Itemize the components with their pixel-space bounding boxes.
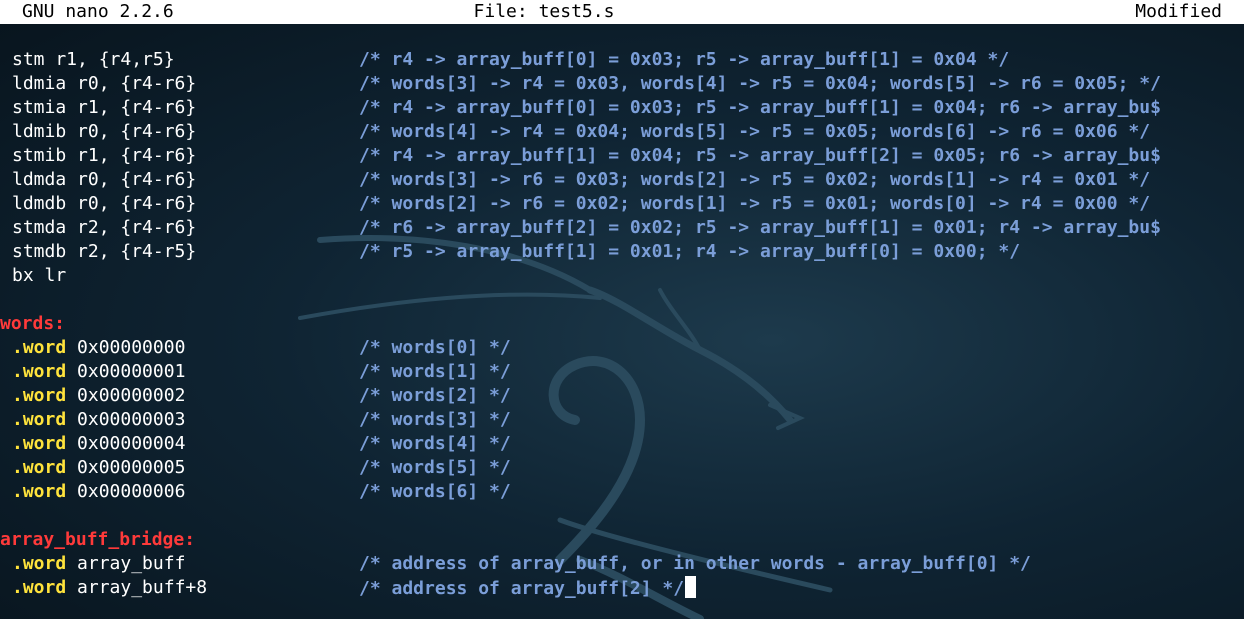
code-comment: /* address of array_buff, or in other wo…	[359, 552, 1031, 576]
directive-keyword: .word	[12, 481, 67, 502]
directive-keyword: .word	[12, 433, 67, 454]
comment-text: /* words[0] */	[359, 337, 511, 358]
code-comment: /* r5 -> array_buff[1] = 0x01; r4 -> arr…	[359, 241, 1021, 262]
directive-value: array_buff+8	[77, 577, 208, 598]
code-comment: /* words[2] */	[359, 384, 511, 408]
instruction-text: ldmia r0, {r4-r6}	[12, 73, 197, 94]
instruction-text: ldmib r0, {r4-r6}	[12, 121, 197, 142]
code-line: ldmdb r0, {r4-r6} /* words[2] -> r6 = 0x0…	[0, 192, 1244, 216]
code-comment: /* words[6] */	[359, 480, 511, 504]
word-directive-line: .word array_buff+8 /* address of array_bu…	[0, 576, 1244, 600]
directive-keyword: .word	[12, 361, 67, 382]
directive-value: 0x00000000	[77, 337, 186, 358]
label-line: words:	[0, 312, 1244, 336]
text-cursor[interactable]	[685, 576, 697, 598]
word-directive-line: .word 0x00000005 /* words[5] */	[0, 456, 1244, 480]
code-comment: /* words[2] -> r6 = 0x02; words[1] -> r5…	[359, 193, 1151, 214]
code-comment: /* words[1] */	[359, 360, 511, 384]
word-directive: .word 0x00000004	[12, 432, 185, 456]
directive-value: 0x00000005	[77, 457, 186, 478]
code-comment: /* r4 -> array_buff[1] = 0x04; r5 -> arr…	[359, 145, 1161, 166]
instruction-text: stmia r1, {r4-r6}	[12, 97, 197, 118]
instruction-text: stm r1, {r4,r5}	[12, 49, 175, 70]
directive-keyword: .word	[12, 457, 67, 478]
word-directive: .word array_buff	[12, 552, 185, 576]
code-comment: /* words[4] */	[359, 432, 511, 456]
word-directive-line: .word 0x00000000 /* words[0] */	[0, 336, 1244, 360]
comment-text: /* words[1] */	[359, 361, 511, 382]
directive-keyword: .word	[12, 385, 67, 406]
code-line: bx lr	[0, 264, 1244, 288]
word-directive-line: .word 0x00000006 /* words[6] */	[0, 480, 1244, 504]
code-comment: /* words[0] */	[359, 336, 511, 360]
directive-value: 0x00000004	[77, 433, 186, 454]
label-line: array_buff_bridge:	[0, 528, 1244, 552]
word-directive: .word 0x00000003	[12, 408, 185, 432]
word-directive: .word 0x00000006	[12, 480, 185, 504]
code-line: ldmda r0, {r4-r6} /* words[3] -> r6 = 0x0…	[0, 168, 1244, 192]
instruction-text: ldmdb r0, {r4-r6}	[12, 193, 197, 214]
directive-value: 0x00000002	[77, 385, 186, 406]
code-comment: /* words[3] -> r6 = 0x03; words[2] -> r5…	[359, 169, 1151, 190]
instruction-text: stmdb r2, {r4-r5}	[12, 241, 197, 262]
directive-value: 0x00000003	[77, 409, 186, 430]
comment-text: /* words[4] */	[359, 433, 511, 454]
array-buff-bridge-label: array_buff_bridge:	[0, 529, 196, 550]
editor-buffer[interactable]: stm r1, {r4,r5} /* r4 -> array_buff[0] = …	[0, 24, 1244, 619]
code-comment: /* words[3] -> r4 = 0x03, words[4] -> r5…	[359, 73, 1161, 94]
word-directive: .word 0x00000000	[12, 336, 185, 360]
directive-keyword: .word	[12, 577, 67, 598]
instruction-text: stmda r2, {r4-r6}	[12, 217, 197, 238]
code-line: ldmib r0, {r4-r6} /* words[4] -> r4 = 0x0…	[0, 120, 1244, 144]
comment-text: /* words[6] */	[359, 481, 511, 502]
comment-text: /* words[5] */	[359, 457, 511, 478]
comment-text: /* address of array_buff[2] */	[359, 578, 685, 599]
word-directive-line: .word 0x00000003 /* words[3] */	[0, 408, 1244, 432]
code-line: stmia r1, {r4-r6} /* r4 -> array_buff[0] …	[0, 96, 1244, 120]
code-line: stmdb r2, {r4-r5} /* r5 -> array_buff[1] …	[0, 240, 1244, 264]
instruction-text: ldmda r0, {r4-r6}	[12, 169, 197, 190]
directive-value: 0x00000001	[77, 361, 186, 382]
word-directive-line: .word 0x00000001 /* words[1] */	[0, 360, 1244, 384]
comment-text: /* words[2] */	[359, 385, 511, 406]
word-directive: .word 0x00000002	[12, 384, 185, 408]
instruction-text: stmib r1, {r4-r6}	[12, 145, 197, 166]
code-line: stmib r1, {r4-r6} /* r4 -> array_buff[1] …	[0, 144, 1244, 168]
code-comment: /* r4 -> array_buff[0] = 0x03; r5 -> arr…	[359, 49, 1010, 70]
word-directive: .word array_buff+8	[12, 576, 207, 600]
directive-keyword: .word	[12, 553, 67, 574]
comment-text: /* words[3] */	[359, 409, 511, 430]
word-directive-line: .word 0x00000004 /* words[4] */	[0, 432, 1244, 456]
words-label: words:	[0, 313, 66, 334]
code-comment: /* r4 -> array_buff[0] = 0x03; r5 -> arr…	[359, 97, 1161, 118]
code-comment: /* words[4] -> r4 = 0x04; words[5] -> r5…	[359, 121, 1151, 142]
directive-value: array_buff	[77, 553, 186, 574]
word-directive-line: .word 0x00000002 /* words[2] */	[0, 384, 1244, 408]
directive-keyword: .word	[12, 337, 67, 358]
word-directive-line: .word array_buff /* address of array_buff…	[0, 552, 1244, 576]
directive-keyword: .word	[12, 409, 67, 430]
word-directive: .word 0x00000001	[12, 360, 185, 384]
directive-value: 0x00000006	[77, 481, 186, 502]
code-line: stmda r2, {r4-r6} /* r6 -> array_buff[2] …	[0, 216, 1244, 240]
code-comment: /* words[5] */	[359, 456, 511, 480]
code-comment: /* r6 -> array_buff[2] = 0x02; r5 -> arr…	[359, 217, 1161, 238]
code-line: ldmia r0, {r4-r6} /* words[3] -> r4 = 0x0…	[0, 72, 1244, 96]
instruction-text: bx lr	[12, 265, 67, 286]
code-comment: /* address of array_buff[2] */	[359, 576, 697, 601]
code-comment: /* words[3] */	[359, 408, 511, 432]
code-line: stm r1, {r4,r5} /* r4 -> array_buff[0] = …	[0, 48, 1244, 72]
comment-text: /* address of array_buff, or in other wo…	[359, 553, 1031, 574]
word-directive: .word 0x00000005	[12, 456, 185, 480]
